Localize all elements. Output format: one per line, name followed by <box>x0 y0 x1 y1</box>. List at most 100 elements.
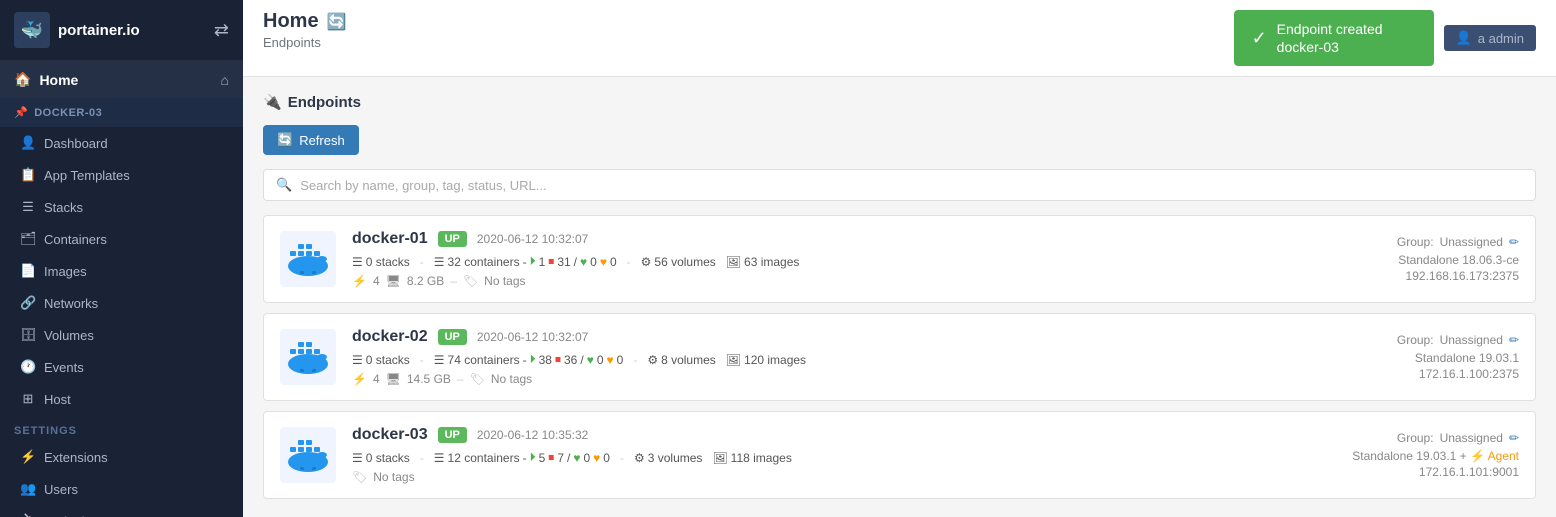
section-title-text: Endpoints <box>288 94 361 111</box>
sidebar-item-images[interactable]: 📄 Images <box>0 255 243 287</box>
images-icon: 📄 <box>20 263 36 279</box>
docker-03-stacks: ☰ 0 stacks <box>352 451 410 465</box>
docker-02-stacks: ☰ 0 stacks <box>352 353 410 367</box>
docker-02-edit-icon[interactable]: ✏ <box>1509 333 1519 347</box>
docker-01-images-val: 63 images <box>744 255 799 269</box>
sidebar-item-extensions[interactable]: ⚡ Extensions <box>0 441 243 473</box>
docker-02-status: up <box>438 329 467 345</box>
docker-02-containers: ☰ 74 containers - ⏵ 38 ⏹ 36 / ♥ 0 ♥ 0 <box>434 352 624 367</box>
portainer-logo-icon: 🐳 <box>14 12 50 48</box>
sidebar-item-endpoints-label: Endpoints <box>44 514 102 517</box>
main-content: Home 🔄 Endpoints ✓ Endpoint created dock… <box>243 0 1556 517</box>
docker-03-info: docker-03 up 2020-06-12 10:35:32 ☰ 0 sta… <box>352 426 1283 484</box>
endpoint-card-docker-03[interactable]: docker-03 up 2020-06-12 10:35:32 ☰ 0 sta… <box>263 411 1536 499</box>
header-right: ✓ Endpoint created docker-03 👤 a admin <box>1234 10 1536 66</box>
home-nav-icon: ⌂ <box>221 72 229 88</box>
sidebar-item-host-label: Host <box>44 392 71 407</box>
toast-line1: Endpoint created <box>1277 20 1383 38</box>
sidebar-item-networks[interactable]: 🔗 Networks <box>0 287 243 319</box>
docker-02-volumes: ⚙ 8 volumes <box>647 353 715 367</box>
docker-01-volumes: ⚙ 56 volumes <box>641 255 716 269</box>
docker-01-icon <box>280 231 336 287</box>
tag-icon-2: 🏷 <box>470 372 485 386</box>
search-bar[interactable]: 🔍 <box>263 169 1536 201</box>
sidebar-item-endpoints[interactable]: 🔌 Endpoints <box>0 505 243 517</box>
extensions-icon: ⚡ <box>20 449 36 465</box>
page-header: Home 🔄 Endpoints ✓ Endpoint created dock… <box>243 0 1556 77</box>
docker-03-volumes: ⚙ 3 volumes <box>634 451 702 465</box>
docker-01-status: up <box>438 231 467 247</box>
dashboard-icon: 👤 <box>20 135 36 151</box>
sidebar-item-volumes-label: Volumes <box>44 328 94 343</box>
docker-03-ip: 172.16.1.101:9001 <box>1299 465 1519 479</box>
sidebar-item-events-label: Events <box>44 360 84 375</box>
docker-01-ip: 192.168.16.173:2375 <box>1299 269 1519 283</box>
stopped-icon: ⏹ <box>548 254 554 269</box>
sidebar-item-home[interactable]: 🏠 Home ⌂ <box>0 61 243 98</box>
docker-01-stacks-val: 0 stacks <box>366 255 410 269</box>
docker-03-tags-row: 🏷 No tags <box>352 470 1283 484</box>
docker-03-images: 🖼 118 images <box>712 451 791 465</box>
docker-01-edit-icon[interactable]: ✏ <box>1509 235 1519 249</box>
docker-03-status: up <box>438 427 467 443</box>
sidebar-item-containers[interactable]: 🗂 Containers <box>0 223 243 255</box>
admin-badge[interactable]: 👤 a admin <box>1444 25 1536 51</box>
search-icon: 🔍 <box>276 177 292 193</box>
docker-pin-icon: 📌 <box>14 106 28 119</box>
docker-01-cpu: ⚡ <box>352 274 367 288</box>
stacks-icon: ☰ <box>20 199 36 215</box>
transfer-icon: ⇄ <box>214 20 229 41</box>
app-templates-icon: 📋 <box>20 167 36 183</box>
docker-02-timestamp: 2020-06-12 10:32:07 <box>477 330 588 344</box>
sidebar-logo: 🐳 portainer.io ⇄ <box>0 0 243 61</box>
docker-01-timestamp: 2020-06-12 10:32:07 <box>477 232 588 246</box>
running-icon: ⏵ <box>530 254 536 269</box>
sidebar-item-users[interactable]: 👥 Users <box>0 473 243 505</box>
toast-check-icon: ✓ <box>1252 28 1267 49</box>
tag-icon-1: 🏷 <box>463 274 478 288</box>
endpoint-card-docker-02[interactable]: docker-02 up 2020-06-12 10:32:07 ☰ 0 sta… <box>263 313 1536 401</box>
networks-icon: 🔗 <box>20 295 36 311</box>
docker-02-icon <box>280 329 336 385</box>
toast-notification: ✓ Endpoint created docker-03 <box>1234 10 1434 66</box>
images-stat-icon: 🖼 <box>726 255 741 269</box>
home-icon: 🏠 <box>14 71 31 88</box>
sidebar-item-host[interactable]: ⊞ Host <box>0 383 243 415</box>
docker-02-name: docker-02 <box>352 328 428 346</box>
search-input[interactable] <box>300 178 1523 193</box>
docker-02-stats: ☰ 0 stacks - ☰ 74 containers - ⏵ 38 ⏹ 36… <box>352 352 1283 367</box>
docker-01-right: Group: Unassigned ✏ Standalone 18.06.3-c… <box>1299 235 1519 283</box>
docker-03-timestamp: 2020-06-12 10:35:32 <box>477 428 588 442</box>
unhealthy-icon: ♥ <box>600 255 607 269</box>
sidebar-item-app-templates[interactable]: 📋 App Templates <box>0 159 243 191</box>
host-icon: ⊞ <box>20 391 36 407</box>
docker-02-info: docker-02 up 2020-06-12 10:32:07 ☰ 0 sta… <box>352 328 1283 386</box>
sidebar-item-extensions-label: Extensions <box>44 450 108 465</box>
endpoint-card-docker-01[interactable]: docker-01 up 2020-06-12 10:32:07 ☰ 0 sta… <box>263 215 1536 303</box>
sidebar-item-images-label: Images <box>44 264 87 279</box>
refresh-button[interactable]: 🔄 Refresh <box>263 125 359 155</box>
refresh-header-icon[interactable]: 🔄 <box>327 12 347 32</box>
endpoints-section-icon: 🔌 <box>263 93 282 111</box>
docker-03-stats: ☰ 0 stacks - ☰ 12 containers - ⏵ 5 ⏹ 7 /… <box>352 450 1283 465</box>
docker-01-tags: No tags <box>484 274 525 288</box>
docker-03-icon <box>280 427 336 483</box>
sidebar-item-events[interactable]: 🕐 Events <box>0 351 243 383</box>
docker-03-containers: ☰ 12 containers - ⏵ 5 ⏹ 7 / ♥ 0 ♥ 0 <box>434 450 610 465</box>
sidebar-item-stacks[interactable]: ☰ Stacks <box>0 191 243 223</box>
docker-03-edit-icon[interactable]: ✏ <box>1509 431 1519 445</box>
tag-icon-3: 🏷 <box>352 470 367 484</box>
healthy-icon: ♥ <box>580 255 587 269</box>
docker-01-type: Standalone 18.06.3-ce <box>1299 253 1519 267</box>
docker-01-stats: ☰ 0 stacks - ☰ 32 containers - ⏵ 1 ⏹ 31 … <box>352 254 1283 269</box>
page-title: Home 🔄 <box>263 10 347 33</box>
volumes-stat-icon: ⚙ <box>641 255 652 269</box>
users-icon: 👥 <box>20 481 36 497</box>
docker-header-label: DOCKER-03 <box>34 107 102 119</box>
admin-label: a admin <box>1478 31 1524 46</box>
sidebar-item-volumes[interactable]: 🗄 Volumes <box>0 319 243 351</box>
sidebar-item-app-templates-label: App Templates <box>44 168 130 183</box>
sidebar-item-dashboard[interactable]: 👤 Dashboard <box>0 127 243 159</box>
volumes-icon: 🗄 <box>20 327 36 343</box>
docker-01-containers-val: 32 containers <box>448 255 520 269</box>
